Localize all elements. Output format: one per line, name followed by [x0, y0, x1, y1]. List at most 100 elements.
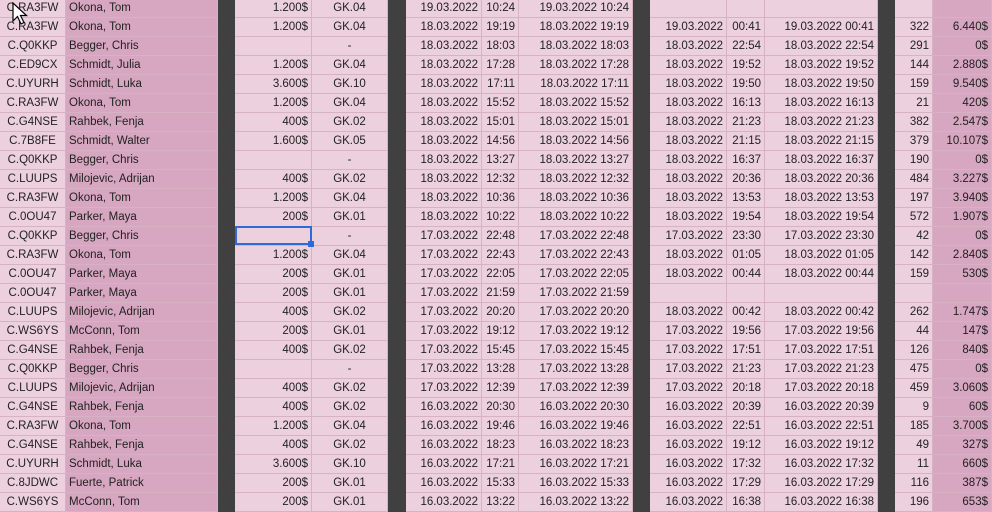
- cell-t2[interactable]: 20:36: [727, 170, 765, 189]
- cell-t2[interactable]: 22:54: [727, 37, 765, 56]
- cell-dt1[interactable]: 16.03.2022 17:21: [519, 455, 633, 474]
- cell-d2[interactable]: 16.03.2022: [650, 436, 727, 455]
- cell-dt2[interactable]: 18.03.2022 22:54: [765, 37, 878, 56]
- cell-t2[interactable]: 19:56: [727, 322, 765, 341]
- cell-d1[interactable]: 17.03.2022: [406, 284, 482, 303]
- cell-dt1[interactable]: 18.03.2022 19:19: [519, 18, 633, 37]
- cell-code[interactable]: C.Q0KKP: [0, 151, 66, 170]
- cell-t2[interactable]: 16:38: [727, 493, 765, 512]
- cell-dt2[interactable]: 18.03.2022 19:50: [765, 75, 878, 94]
- cell-t2[interactable]: 01:05: [727, 246, 765, 265]
- cell-amt[interactable]: 3.227$: [933, 170, 992, 189]
- cell-t2[interactable]: 16:13: [727, 94, 765, 113]
- cell-d1[interactable]: 17.03.2022: [406, 341, 482, 360]
- cell-dt1[interactable]: 16.03.2022 20:30: [519, 398, 633, 417]
- cell-name[interactable]: Begger, Chris: [66, 360, 218, 379]
- cell-amt[interactable]: 530$: [933, 265, 992, 284]
- cell-price[interactable]: 1.200$: [235, 417, 312, 436]
- cell-t1[interactable]: 21:59: [482, 284, 519, 303]
- cell-dt2[interactable]: 18.03.2022 16:13: [765, 94, 878, 113]
- cell-t1[interactable]: 12:32: [482, 170, 519, 189]
- cell-d1[interactable]: 18.03.2022: [406, 37, 482, 56]
- cell-dt2[interactable]: 18.03.2022 19:52: [765, 56, 878, 75]
- cell-price[interactable]: 400$: [235, 341, 312, 360]
- cell-n[interactable]: 126: [895, 341, 933, 360]
- cell-d2[interactable]: 18.03.2022: [650, 208, 727, 227]
- cell-t2[interactable]: 19:54: [727, 208, 765, 227]
- cell-code[interactable]: C.RA3FW: [0, 417, 66, 436]
- cell-dt1[interactable]: 18.03.2022 10:36: [519, 189, 633, 208]
- cell-amt[interactable]: 3.940$: [933, 189, 992, 208]
- cell-code[interactable]: C.LUUPS: [0, 303, 66, 322]
- cell-amt[interactable]: [933, 0, 992, 18]
- cell-n[interactable]: 196: [895, 493, 933, 512]
- cell-price[interactable]: 200$: [235, 208, 312, 227]
- cell-code[interactable]: C.0OU47: [0, 284, 66, 303]
- cell-tier[interactable]: GK.02: [312, 398, 388, 417]
- cell-t1[interactable]: 15:45: [482, 341, 519, 360]
- cell-dt2[interactable]: 17.03.2022 21:23: [765, 360, 878, 379]
- cell-code[interactable]: C.RA3FW: [0, 94, 66, 113]
- cell-code[interactable]: C.UYURH: [0, 75, 66, 94]
- cell-name[interactable]: Okona, Tom: [66, 417, 218, 436]
- cell-dt2[interactable]: 16.03.2022 19:12: [765, 436, 878, 455]
- cell-n[interactable]: 159: [895, 75, 933, 94]
- cell-d2[interactable]: 18.03.2022: [650, 113, 727, 132]
- cell-t1[interactable]: 13:27: [482, 151, 519, 170]
- cell-price[interactable]: 400$: [235, 170, 312, 189]
- cell-dt2[interactable]: 17.03.2022 20:18: [765, 379, 878, 398]
- cell-amt[interactable]: 660$: [933, 455, 992, 474]
- cell-dt2[interactable]: 16.03.2022 22:51: [765, 417, 878, 436]
- cell-name[interactable]: Parker, Maya: [66, 284, 218, 303]
- cell-n[interactable]: 382: [895, 113, 933, 132]
- cell-dt1[interactable]: 17.03.2022 22:43: [519, 246, 633, 265]
- cell-name[interactable]: Begger, Chris: [66, 227, 218, 246]
- cell-d1[interactable]: 16.03.2022: [406, 455, 482, 474]
- cell-n[interactable]: 44: [895, 322, 933, 341]
- cell-t1[interactable]: 10:36: [482, 189, 519, 208]
- cell-t2[interactable]: 20:18: [727, 379, 765, 398]
- cell-n[interactable]: 116: [895, 474, 933, 493]
- cell-dt2[interactable]: 17.03.2022 17:51: [765, 341, 878, 360]
- cell-dt2[interactable]: 16.03.2022 17:29: [765, 474, 878, 493]
- cell-d2[interactable]: 17.03.2022: [650, 341, 727, 360]
- cell-amt[interactable]: 1.907$: [933, 208, 992, 227]
- cell-price[interactable]: 400$: [235, 303, 312, 322]
- cell-name[interactable]: Rahbek, Fenja: [66, 436, 218, 455]
- cell-tier[interactable]: GK.04: [312, 246, 388, 265]
- cell-price[interactable]: 200$: [235, 322, 312, 341]
- cell-price[interactable]: 1.200$: [235, 189, 312, 208]
- cell-dt1[interactable]: 18.03.2022 17:28: [519, 56, 633, 75]
- cell-price[interactable]: [235, 37, 312, 56]
- cell-dt1[interactable]: 18.03.2022 14:56: [519, 132, 633, 151]
- cell-n[interactable]: 42: [895, 227, 933, 246]
- cell-n[interactable]: 459: [895, 379, 933, 398]
- cell-price[interactable]: 200$: [235, 265, 312, 284]
- cell-d1[interactable]: 18.03.2022: [406, 208, 482, 227]
- cell-code[interactable]: C.UYURH: [0, 455, 66, 474]
- cell-n[interactable]: 197: [895, 189, 933, 208]
- cell-name[interactable]: McConn, Tom: [66, 322, 218, 341]
- cell-d2[interactable]: 19.03.2022: [650, 18, 727, 37]
- cell-n[interactable]: 322: [895, 18, 933, 37]
- cell-d1[interactable]: 19.03.2022: [406, 0, 482, 18]
- cell-d2[interactable]: 18.03.2022: [650, 303, 727, 322]
- cell-t1[interactable]: 22:43: [482, 246, 519, 265]
- cell-tier[interactable]: GK.01: [312, 493, 388, 512]
- cell-amt[interactable]: 653$: [933, 493, 992, 512]
- cell-n[interactable]: 185: [895, 417, 933, 436]
- cell-t2[interactable]: 00:41: [727, 18, 765, 37]
- cell-tier[interactable]: GK.01: [312, 284, 388, 303]
- cell-code[interactable]: C.RA3FW: [0, 18, 66, 37]
- cell-d2[interactable]: 18.03.2022: [650, 132, 727, 151]
- cell-d2[interactable]: 17.03.2022: [650, 322, 727, 341]
- cell-d1[interactable]: 18.03.2022: [406, 132, 482, 151]
- cell-dt1[interactable]: 17.03.2022 15:45: [519, 341, 633, 360]
- cell-code[interactable]: C.LUUPS: [0, 379, 66, 398]
- cell-dt1[interactable]: 17.03.2022 22:48: [519, 227, 633, 246]
- cell-code[interactable]: C.0OU47: [0, 265, 66, 284]
- cell-t2[interactable]: 19:50: [727, 75, 765, 94]
- cell-dt1[interactable]: 17.03.2022 19:12: [519, 322, 633, 341]
- cell-price[interactable]: 200$: [235, 284, 312, 303]
- cell-n[interactable]: 21: [895, 94, 933, 113]
